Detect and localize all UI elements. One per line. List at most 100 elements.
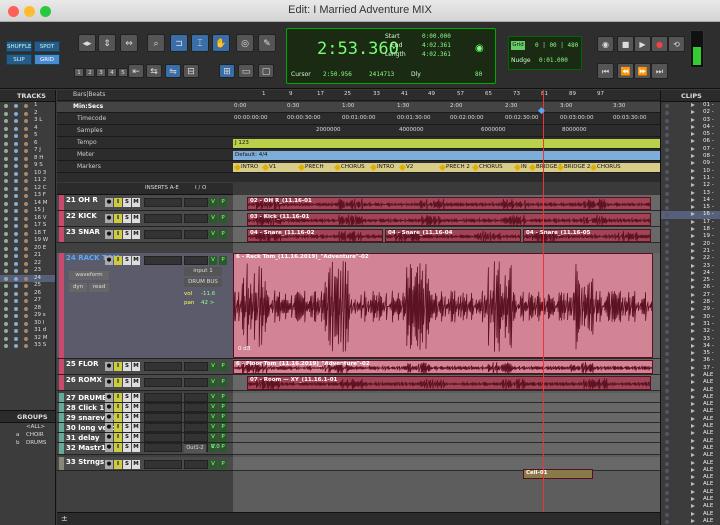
expand-triangle-icon[interactable] bbox=[691, 329, 695, 334]
show-track-icon[interactable] bbox=[4, 284, 8, 288]
expand-triangle-icon[interactable] bbox=[691, 416, 695, 421]
show-track-icon[interactable] bbox=[4, 171, 8, 176]
insert-slot[interactable] bbox=[144, 433, 182, 442]
track-list-item[interactable]: 7 J bbox=[0, 147, 55, 155]
track-header[interactable]: 32 Mastr1 ● I S M V P Out1-2 0.0 bbox=[57, 443, 233, 455]
clip-list-item[interactable]: 23 - bbox=[661, 263, 720, 270]
solo-button[interactable]: S bbox=[123, 423, 131, 432]
marker[interactable]: IN bbox=[515, 164, 527, 170]
clip-list-item[interactable]: ALE bbox=[661, 423, 720, 430]
minsecs-ruler[interactable]: Min:Secs 0:00 0:30 1:00 1:30 2:00 2:30 3:00 3:3… bbox=[57, 102, 660, 113]
voice-button[interactable]: V bbox=[209, 393, 217, 402]
spot-mode-button[interactable]: SPOT bbox=[34, 41, 60, 52]
show-track-icon[interactable] bbox=[4, 336, 8, 341]
meter-ruler[interactable]: Meter Default: 4/4 bbox=[57, 150, 660, 161]
clip-list-item[interactable]: 12 - bbox=[661, 182, 720, 189]
track-name[interactable]: 26 ROMX bbox=[66, 376, 102, 384]
show-track-icon[interactable] bbox=[4, 306, 8, 311]
add-track-icon[interactable]: ± bbox=[61, 514, 68, 523]
track-list-item[interactable]: 28 bbox=[0, 305, 55, 313]
meter-value[interactable]: Default: 4/4 bbox=[233, 151, 660, 160]
expand-triangle-icon[interactable] bbox=[691, 372, 695, 377]
track-name[interactable]: 31 delay bbox=[66, 434, 99, 442]
io-selector[interactable] bbox=[184, 403, 208, 412]
expand-triangle-icon[interactable] bbox=[691, 256, 695, 261]
insert-slot[interactable] bbox=[144, 214, 182, 223]
solo-button[interactable]: S bbox=[123, 214, 131, 223]
zoom-out-button[interactable]: ◂▸ bbox=[78, 34, 96, 52]
track-name[interactable]: 33 Strngs bbox=[66, 458, 104, 466]
expand-triangle-icon[interactable] bbox=[691, 402, 695, 407]
expand-triangle-icon[interactable] bbox=[691, 292, 695, 297]
expand-triangle-icon[interactable] bbox=[691, 139, 695, 144]
output-selector[interactable]: DRUM BUS bbox=[184, 278, 222, 287]
mute-button[interactable]: M bbox=[132, 378, 140, 387]
track-header[interactable]: 22 KICK ● I S M V P bbox=[57, 211, 233, 227]
track-list-item[interactable]: 20 E bbox=[0, 245, 55, 253]
input-monitor-button[interactable]: I bbox=[114, 362, 122, 371]
marker[interactable]: INTRO bbox=[235, 164, 258, 170]
expand-triangle-icon[interactable] bbox=[691, 190, 695, 195]
record-arm-button[interactable]: ● bbox=[105, 460, 113, 469]
record-arm-button[interactable]: ● bbox=[105, 423, 113, 432]
expand-triangle-icon[interactable] bbox=[691, 497, 695, 502]
track-list-item[interactable]: 22 bbox=[0, 260, 55, 268]
mute-button[interactable]: M bbox=[132, 403, 140, 412]
track-lane[interactable] bbox=[233, 393, 660, 403]
expand-triangle-icon[interactable] bbox=[691, 183, 695, 188]
audio-clip[interactable]: 6 - Rack Tom_(11.16.2019)_"Adventure"-02… bbox=[233, 253, 653, 358]
voice-button[interactable]: V bbox=[209, 214, 217, 223]
expand-triangle-icon[interactable] bbox=[691, 227, 695, 232]
track-list-item[interactable]: 30 l bbox=[0, 320, 55, 328]
track-name[interactable]: 32 Mastr1 bbox=[66, 444, 106, 452]
track-header[interactable]: 33 Strngs ● I S M V P bbox=[57, 457, 233, 471]
insert-slot[interactable] bbox=[144, 230, 182, 239]
clip-list-item[interactable]: ALE bbox=[661, 474, 720, 481]
clip-list-item[interactable]: 04 - bbox=[661, 124, 720, 131]
track-list-item[interactable]: 2 bbox=[0, 110, 55, 118]
playlist-button[interactable]: P bbox=[219, 460, 227, 469]
playlist-button[interactable]: P bbox=[219, 413, 227, 422]
track-list-item[interactable]: 16 V bbox=[0, 215, 55, 223]
expand-triangle-icon[interactable] bbox=[691, 110, 695, 115]
insert-slot[interactable] bbox=[144, 423, 182, 432]
group-item[interactable]: <ALL> bbox=[0, 423, 55, 431]
show-track-icon[interactable] bbox=[4, 179, 8, 183]
clip-list-item[interactable]: 03 - bbox=[661, 117, 720, 124]
grabber-tool-icon[interactable]: ✋ bbox=[212, 34, 230, 52]
marker[interactable]: INTRO bbox=[371, 164, 394, 170]
show-track-icon[interactable] bbox=[4, 246, 8, 251]
playlist-button[interactable]: P bbox=[219, 393, 227, 402]
track-list-item[interactable]: 12 C bbox=[0, 185, 55, 193]
clip-list-item[interactable]: 08 - bbox=[661, 153, 720, 160]
rewind-button[interactable]: ⏪ bbox=[617, 63, 634, 79]
expand-triangle-icon[interactable] bbox=[691, 205, 695, 210]
expand-triangle-icon[interactable] bbox=[691, 336, 695, 341]
track-list-item[interactable]: 6 bbox=[0, 140, 55, 148]
track-header[interactable]: 24 RACK TOM ● I S M V Pinput 1 DRUM BUS waveform… bbox=[57, 253, 233, 359]
show-track-icon[interactable] bbox=[4, 141, 8, 146]
clip-list-item[interactable]: ALE bbox=[661, 467, 720, 474]
io-selector[interactable] bbox=[184, 214, 208, 223]
audio-clip[interactable]: 03 - Kick_(11.16-01 bbox=[247, 213, 651, 226]
clip-list-item[interactable]: 11 - bbox=[661, 175, 720, 182]
clip-list-item[interactable]: ALE bbox=[661, 387, 720, 394]
input-monitor-button[interactable]: I bbox=[114, 256, 122, 265]
track-header[interactable]: 21 OH R ● I S M V P bbox=[57, 195, 233, 211]
track-lane[interactable] bbox=[233, 423, 660, 433]
track-header[interactable]: 26 ROMX ● I S M V P bbox=[57, 375, 233, 391]
tab-to-transient-button[interactable]: ⇤ bbox=[128, 64, 144, 78]
show-track-icon[interactable] bbox=[4, 209, 8, 213]
marker[interactable]: BRIDGE 2 bbox=[558, 164, 590, 170]
show-track-icon[interactable] bbox=[4, 291, 8, 296]
clip-list-item[interactable]: 29 - bbox=[661, 306, 720, 313]
playlist-button[interactable]: P bbox=[219, 214, 227, 223]
expand-triangle-icon[interactable] bbox=[691, 263, 695, 268]
expand-triangle-icon[interactable] bbox=[691, 438, 695, 443]
clip-list-item[interactable]: 21 - bbox=[661, 248, 720, 255]
playhead-marker-icon[interactable]: ◆ bbox=[538, 106, 548, 116]
input-selector[interactable]: input 1 bbox=[184, 267, 222, 276]
clip-list-item[interactable]: ALE bbox=[661, 460, 720, 467]
voice-button[interactable]: V bbox=[209, 423, 217, 432]
expand-triangle-icon[interactable] bbox=[691, 314, 695, 319]
